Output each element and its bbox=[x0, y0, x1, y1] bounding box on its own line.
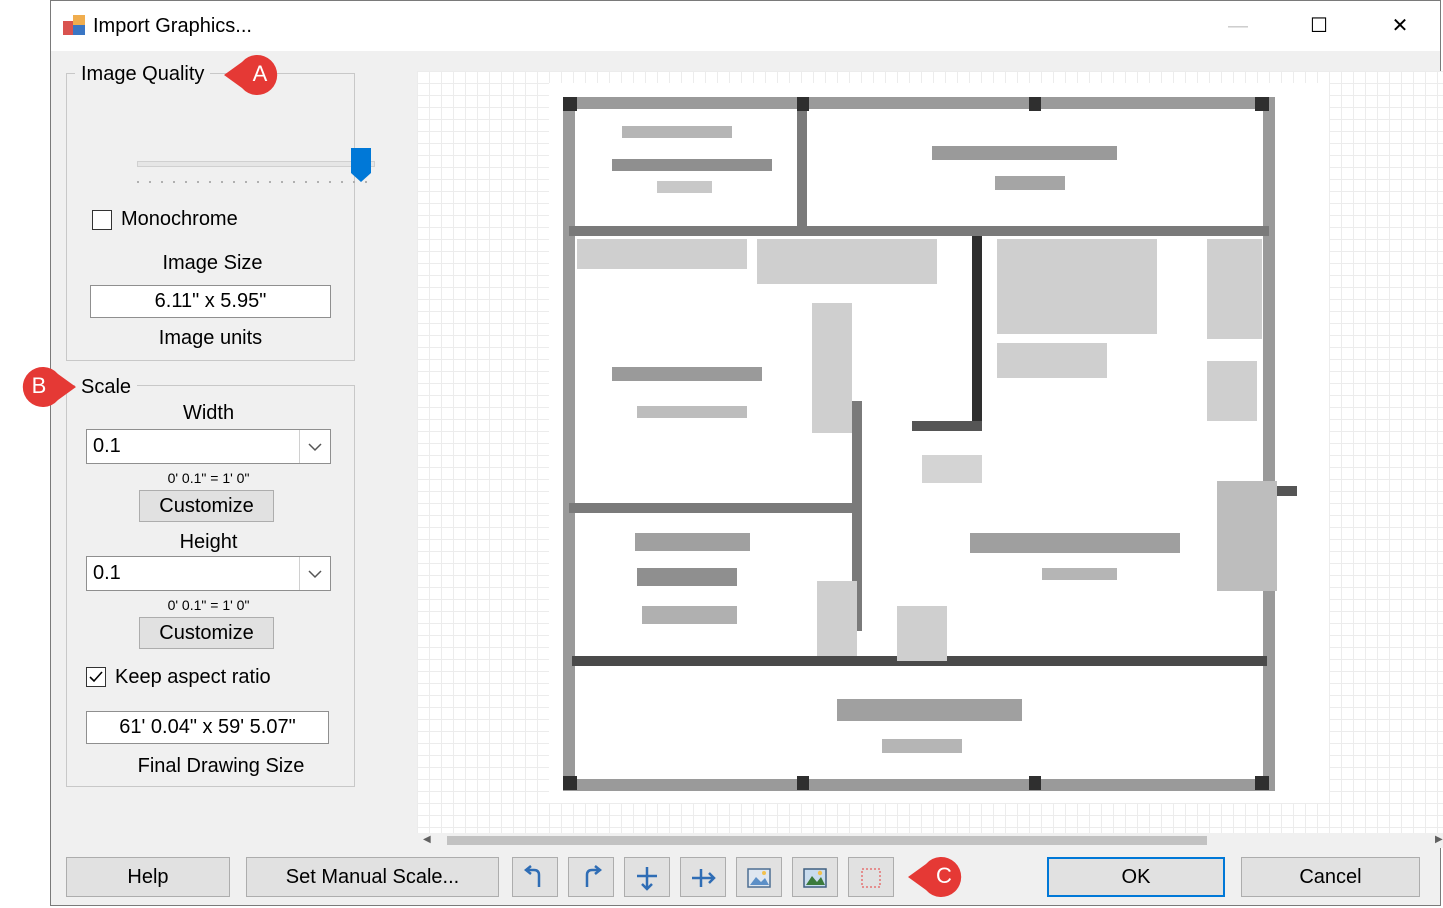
app-icon bbox=[63, 15, 85, 35]
image-adjust-button[interactable] bbox=[736, 857, 782, 897]
scroll-left-icon[interactable]: ◀ bbox=[423, 834, 431, 845]
height-customize-button[interactable]: Customize bbox=[139, 617, 274, 649]
quality-slider-ticks bbox=[137, 181, 373, 183]
rotate-right-button[interactable] bbox=[568, 857, 614, 897]
window-title: Import Graphics... bbox=[93, 15, 252, 37]
callout-a: A bbox=[222, 54, 286, 95]
monochrome-label: Monochrome bbox=[121, 208, 238, 230]
flip-vertical-button[interactable] bbox=[624, 857, 670, 897]
quality-slider-thumb[interactable] bbox=[350, 147, 372, 183]
rotate-left-icon bbox=[523, 865, 541, 887]
width-customize-button[interactable]: Customize bbox=[139, 490, 274, 522]
width-value: 0.1 bbox=[93, 435, 121, 457]
width-ratio-text: 0' 0.1" = 1' 0" bbox=[167, 470, 250, 486]
keep-aspect-label: Keep aspect ratio bbox=[115, 666, 271, 688]
crop-select-button[interactable] bbox=[848, 857, 894, 897]
keep-aspect-checkbox[interactable] bbox=[86, 667, 106, 687]
image-size-field: 6.11" x 5.95" bbox=[90, 285, 331, 318]
callout-c: C bbox=[906, 856, 970, 897]
chevron-down-icon[interactable] bbox=[299, 557, 330, 590]
height-combobox[interactable]: 0.1 bbox=[86, 556, 331, 591]
minimize-button[interactable]: — bbox=[1198, 1, 1278, 51]
monochrome-checkbox[interactable] bbox=[92, 210, 112, 230]
image-color-button[interactable] bbox=[792, 857, 838, 897]
callout-b: B bbox=[14, 366, 78, 407]
image-preview[interactable] bbox=[417, 71, 1443, 833]
horizontal-scroll-thumb[interactable] bbox=[447, 836, 1207, 845]
title-bar: Import Graphics... — ☐ ✕ bbox=[51, 1, 1440, 51]
image-color-icon bbox=[803, 868, 827, 888]
checkmark-icon bbox=[89, 671, 103, 683]
final-size-label: Final Drawing Size bbox=[137, 755, 305, 777]
ok-button[interactable]: OK bbox=[1047, 857, 1225, 897]
crop-select-icon bbox=[861, 868, 881, 888]
flip-horizontal-button[interactable] bbox=[680, 857, 726, 897]
final-size-field: 61' 0.04" x 59' 5.07" bbox=[86, 711, 329, 744]
rotate-right-icon bbox=[585, 865, 603, 887]
help-button[interactable]: Help bbox=[66, 857, 230, 897]
cancel-button[interactable]: Cancel bbox=[1241, 857, 1420, 897]
image-size-label: Image Size bbox=[162, 252, 263, 274]
close-button[interactable]: ✕ bbox=[1360, 1, 1440, 51]
height-ratio-text: 0' 0.1" = 1' 0" bbox=[167, 597, 250, 613]
height-value: 0.1 bbox=[93, 562, 121, 584]
rotate-left-button[interactable] bbox=[512, 857, 558, 897]
callout-b-label: B bbox=[31, 373, 47, 398]
import-graphics-dialog: Import Graphics... — ☐ ✕ Image Quality M… bbox=[50, 0, 1443, 906]
flip-horizontal-icon bbox=[692, 869, 716, 887]
flip-vertical-icon bbox=[637, 867, 657, 891]
image-units-label: Image units bbox=[158, 327, 263, 349]
maximize-button[interactable]: ☐ bbox=[1279, 1, 1359, 51]
chevron-down-icon[interactable] bbox=[299, 430, 330, 463]
callout-c-label: C bbox=[936, 863, 952, 888]
image-quality-label: Image Quality bbox=[75, 63, 211, 86]
horizontal-scrollbar[interactable]: ◀ ▶ bbox=[417, 833, 1443, 848]
quality-slider-track[interactable] bbox=[137, 161, 375, 167]
width-label: Width bbox=[182, 402, 235, 424]
set-manual-scale-button[interactable]: Set Manual Scale... bbox=[246, 857, 499, 897]
image-icon bbox=[747, 868, 771, 888]
scroll-right-icon[interactable]: ▶ bbox=[1435, 834, 1443, 845]
width-combobox[interactable]: 0.1 bbox=[86, 429, 331, 464]
callout-a-label: A bbox=[252, 61, 268, 86]
height-label: Height bbox=[179, 531, 238, 553]
floor-plan-image bbox=[549, 83, 1329, 803]
scale-label: Scale bbox=[75, 376, 138, 399]
